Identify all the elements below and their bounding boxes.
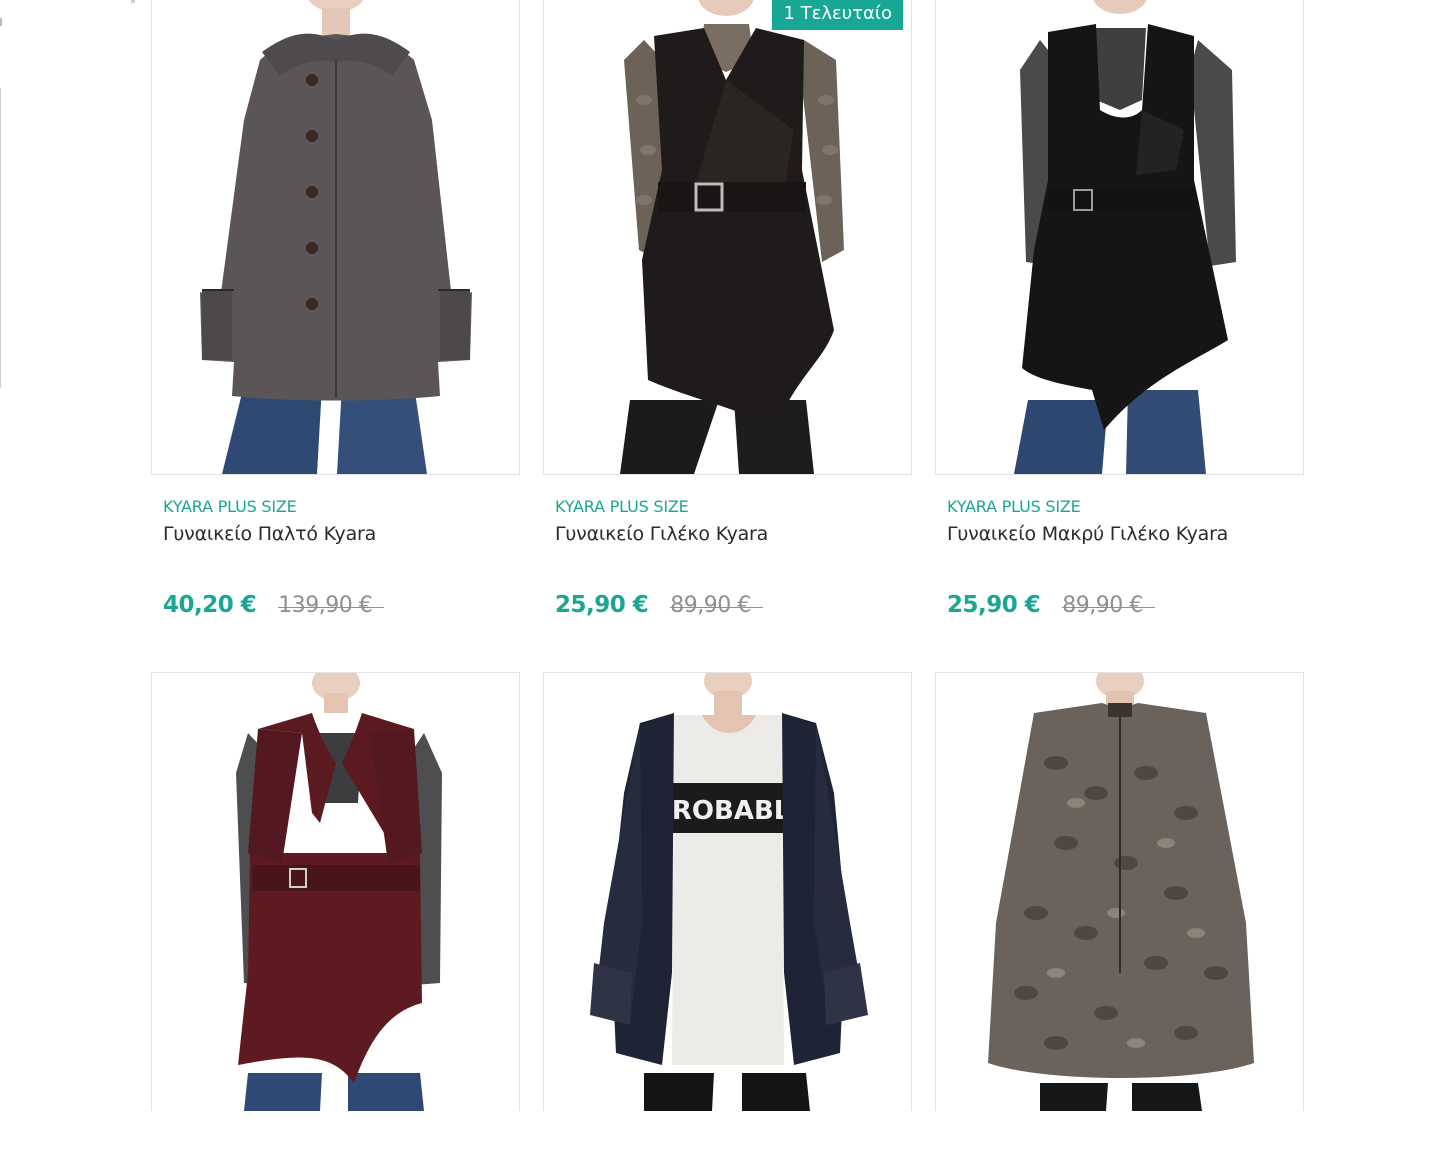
- navy-jacket-tshirt-photo[interactable]: PROBABLY: [544, 673, 911, 1111]
- sale-price: 25,90 €: [947, 592, 1041, 618]
- stock-badge: 1 Τελευταίο: [772, 0, 903, 30]
- black-belted-vest-photo[interactable]: [544, 0, 911, 474]
- sale-price: 25,90 €: [555, 592, 649, 618]
- product-image-frame[interactable]: PROBABLY: [543, 672, 912, 1111]
- product-title[interactable]: Γυναικείο Γιλέκο Kyara: [555, 523, 768, 545]
- product-image-frame[interactable]: [935, 672, 1304, 1111]
- product-image-frame[interactable]: [151, 0, 520, 475]
- old-price: 89,90 €: [670, 593, 764, 618]
- product-title[interactable]: Γυναικείο Μακρύ Γιλέκο Kyara: [947, 523, 1228, 545]
- product-grid-page: KYARA PLUS SIZE Γυναικείο Παλτό Kyara 40…: [0, 0, 1432, 1162]
- product-image-frame[interactable]: [935, 0, 1304, 475]
- black-long-vest-photo[interactable]: [936, 0, 1303, 474]
- product-brand[interactable]: KYARA PLUS SIZE: [555, 497, 689, 516]
- sale-price: 40,20 €: [163, 592, 257, 618]
- product-brand[interactable]: KYARA PLUS SIZE: [947, 497, 1081, 516]
- left-edge-mark: [0, 18, 2, 26]
- left-edge-scroll-line: [0, 88, 1, 388]
- product-image-frame[interactable]: [151, 672, 520, 1111]
- grey-coat-photo[interactable]: [152, 0, 519, 474]
- burgundy-vest-photo[interactable]: [152, 673, 519, 1111]
- old-price: 139,90 €: [278, 593, 385, 618]
- price-row: 40,20 € 139,90 €: [163, 592, 385, 618]
- product-title[interactable]: Γυναικείο Παλτό Kyara: [163, 523, 376, 545]
- product-image-frame[interactable]: 1 Τελευταίο: [543, 0, 912, 475]
- old-price: 89,90 €: [1062, 593, 1156, 618]
- top-edge-mark: [131, 0, 135, 3]
- price-row: 25,90 € 89,90 €: [947, 592, 1156, 618]
- price-row: 25,90 € 89,90 €: [555, 592, 764, 618]
- product-brand[interactable]: KYARA PLUS SIZE: [163, 497, 297, 516]
- snake-print-blouse-photo[interactable]: [936, 673, 1303, 1111]
